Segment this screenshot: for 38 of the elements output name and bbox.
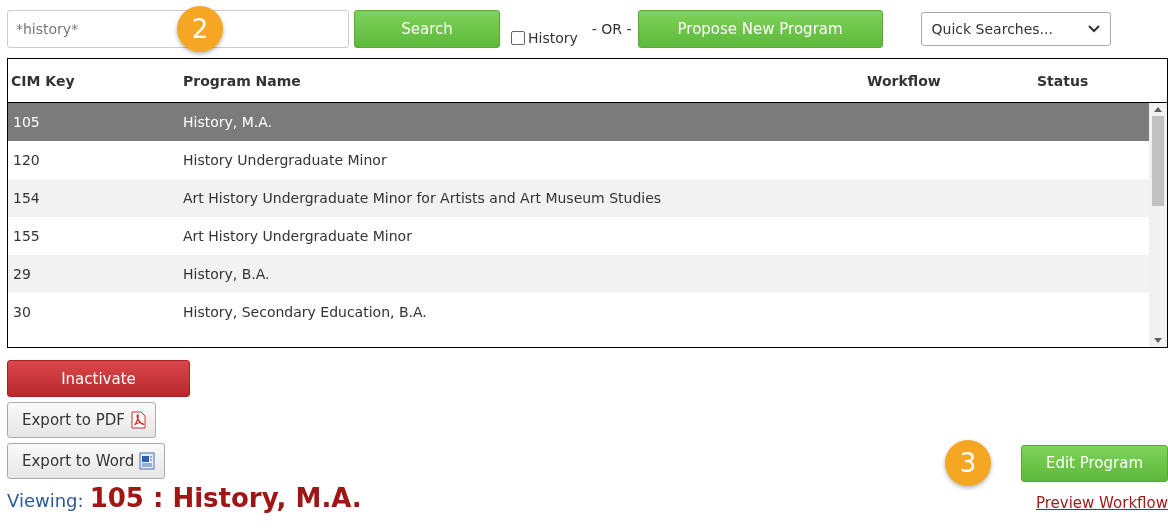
table-cell: History, B.A. (183, 266, 270, 282)
callout-badge: 3 (945, 440, 991, 486)
export-pdf-button[interactable]: Export to PDF (7, 402, 156, 438)
table-row[interactable]: 105 History, M.A. (8, 103, 1149, 141)
or-text: - OR - (591, 21, 632, 37)
word-document-icon (138, 452, 157, 470)
callout-badge: 2 (177, 6, 223, 52)
history-checkbox[interactable] (511, 31, 525, 45)
scroll-down-icon[interactable] (1154, 338, 1162, 343)
table-cell: 105 (13, 114, 40, 130)
table-cell: 154 (13, 190, 40, 206)
column-header[interactable]: Status (1037, 72, 1089, 89)
column-header[interactable]: Workflow (867, 72, 941, 89)
table-cell: 29 (13, 266, 31, 282)
inactivate-button[interactable]: Inactivate (7, 360, 190, 397)
scroll-up-icon[interactable] (1154, 107, 1162, 112)
preview-workflow-link[interactable]: Preview Workflow (1035, 494, 1168, 512)
checkbox-label: History (528, 30, 578, 46)
table-cell: Art History Undergraduate Minor (183, 228, 412, 244)
table-cell: 155 (13, 228, 40, 244)
pdf-icon (128, 411, 147, 429)
scrollbar[interactable] (1149, 103, 1167, 347)
column-header[interactable]: Program Name (183, 72, 301, 89)
export-word-button[interactable]: Export to Word (7, 443, 166, 479)
scrollbar-thumb[interactable] (1152, 116, 1164, 206)
table-row[interactable]: 154 Art History Undergraduate Minor for Artists and Art Museum Studies (8, 179, 1149, 217)
table-cell: History, Secondary Education, B.A. (183, 304, 427, 320)
table-cell: History, M.A. (183, 114, 273, 130)
chevron-icon (1087, 25, 1100, 33)
viewing-label: Viewing: (7, 491, 84, 511)
column-header[interactable]: CIM Key (11, 72, 75, 89)
viewing-title: 105 : History, M.A. (89, 485, 362, 513)
table-cell: 30 (13, 304, 31, 320)
quick-searches-dropdown[interactable]: Quick Searches... (920, 12, 1111, 46)
table-cell: History Undergraduate Minor (183, 152, 387, 168)
table-row[interactable]: 29 History, B.A. (8, 255, 1149, 293)
table-cell: 120 (13, 152, 40, 168)
table-cell: Art History Undergraduate Minor for Artists and Art Museum Studies (183, 190, 662, 206)
